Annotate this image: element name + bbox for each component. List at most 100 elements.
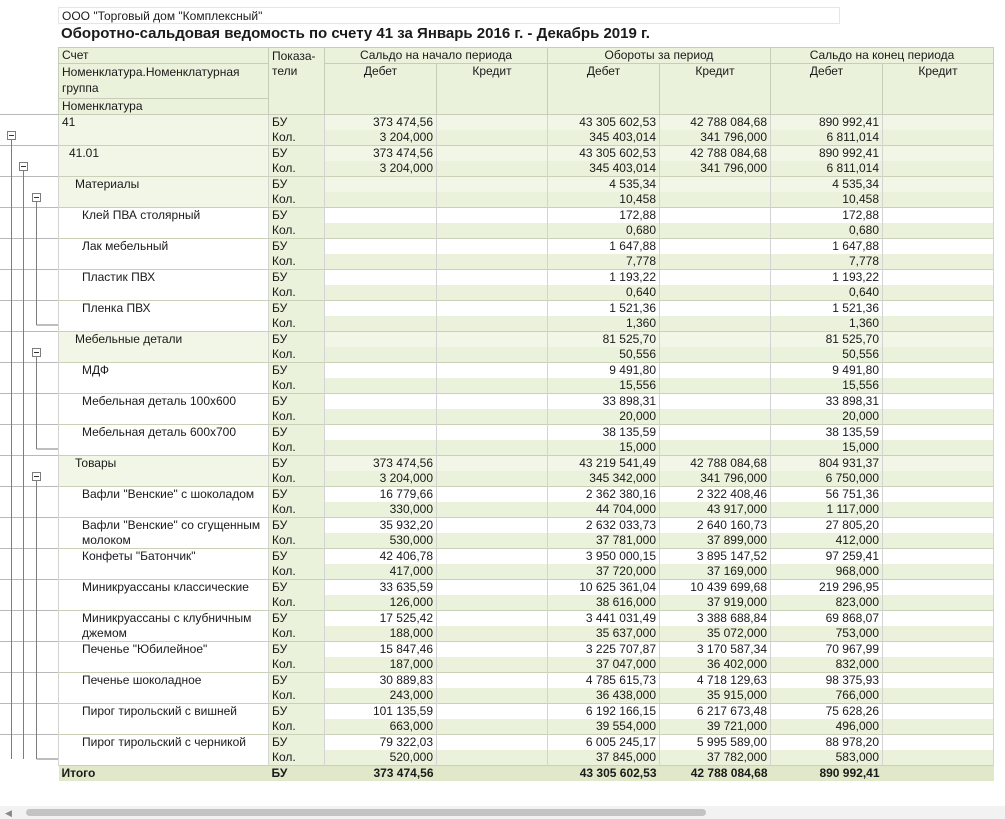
item-name: Мебельная деталь 600х700 (58, 424, 269, 456)
value-cell (324, 440, 437, 456)
value-cell: 1 521,36 (770, 300, 883, 316)
value-cell (659, 424, 771, 440)
value-cell: 79 322,03 (324, 734, 437, 750)
value-cell: 188,000 (324, 626, 437, 642)
value-cell (882, 471, 994, 487)
value-cell (882, 362, 994, 378)
value-cell: 0,680 (547, 223, 660, 239)
value-cell (436, 378, 548, 394)
value-cell (436, 610, 548, 626)
total-value: 43 305 602,53 (547, 765, 660, 781)
value-cell: 172,88 (547, 207, 660, 223)
value-cell: 6 811,014 (770, 130, 883, 146)
value-cell: 890 992,41 (770, 145, 883, 161)
value-cell (882, 145, 994, 161)
value-cell: 37 781,000 (547, 533, 660, 549)
value-cell: 27 805,20 (770, 517, 883, 533)
horizontal-scrollbar[interactable]: ◀ (0, 806, 1005, 819)
indicator-cell: БУ (268, 703, 325, 719)
indicator-cell: Кол. (268, 316, 325, 332)
value-cell (659, 347, 771, 363)
value-cell (882, 254, 994, 270)
value-cell (436, 161, 548, 177)
value-cell: 98 375,93 (770, 672, 883, 688)
value-cell: 37 169,000 (659, 564, 771, 580)
value-cell: 3 950 000,15 (547, 548, 660, 564)
value-cell: 42 406,78 (324, 548, 437, 564)
value-cell (882, 548, 994, 564)
indicator-cell: Кол. (268, 130, 325, 146)
header-opening-balance: Сальдо на начало периода (324, 47, 548, 64)
value-cell: 373 474,56 (324, 455, 437, 471)
item-row: Пленка ПВХ БУ 1 521,36 1 521,36 (58, 300, 994, 332)
value-cell: 33 898,31 (770, 393, 883, 409)
value-cell: 42 788 084,68 (659, 455, 771, 471)
report-grid: Счет Показа-тели Сальдо на начало период… (58, 47, 994, 781)
value-cell (324, 285, 437, 301)
value-cell (882, 703, 994, 719)
value-cell (436, 455, 548, 471)
scroll-left-arrow-icon[interactable]: ◀ (5, 808, 12, 819)
group-row: 41 БУ 373 474,56 43 305 602,53 42 788 084,68… (58, 114, 994, 146)
value-cell (436, 502, 548, 518)
value-cell: 75 628,26 (770, 703, 883, 719)
indicator-cell: БУ (268, 579, 325, 595)
value-cell (882, 595, 994, 611)
value-cell (436, 393, 548, 409)
value-cell: 10 439 699,68 (659, 579, 771, 595)
indicator-cell: Кол. (268, 440, 325, 456)
group-row: Товары БУ 373 474,56 43 219 541,49 42 788 08… (58, 455, 994, 487)
item-name: Клей ПВА столярный (58, 207, 269, 239)
value-cell (882, 192, 994, 208)
item-name: МДФ (58, 362, 269, 394)
scrollbar-thumb[interactable] (26, 809, 706, 816)
indicator-cell: БУ (268, 207, 325, 223)
header-turnover: Обороты за период (547, 47, 771, 64)
value-cell (436, 579, 548, 595)
value-cell (436, 595, 548, 611)
value-cell: 345 403,014 (547, 161, 660, 177)
value-cell (324, 393, 437, 409)
value-cell (882, 393, 994, 409)
value-cell (659, 285, 771, 301)
item-row: МДФ БУ 9 491,80 9 491,80 (58, 362, 994, 394)
value-cell: 43 219 541,49 (547, 455, 660, 471)
item-name: Вафли "Венские" с шоколадом (58, 486, 269, 518)
value-cell (324, 331, 437, 347)
value-cell: 0,680 (770, 223, 883, 239)
report-title: Оборотно-сальдовая ведомость по счету 41… (61, 25, 650, 42)
value-cell (882, 750, 994, 766)
value-cell: 17 525,42 (324, 610, 437, 626)
value-cell (659, 254, 771, 270)
header-turnover-debit: Дебет (547, 63, 660, 115)
total-label: Итого (58, 765, 269, 781)
value-cell: 15,000 (547, 440, 660, 456)
indicator-cell: Кол. (268, 533, 325, 549)
value-cell (324, 362, 437, 378)
value-cell: 890 992,41 (770, 114, 883, 130)
value-cell (659, 393, 771, 409)
item-row: Печенье шоколадное БУ 30 889,83 4 785 615,7… (58, 672, 994, 704)
indicator-cell: БУ (268, 641, 325, 657)
value-cell: 7,778 (547, 254, 660, 270)
value-cell: 330,000 (324, 502, 437, 518)
value-cell: 0,640 (770, 285, 883, 301)
value-cell: 6 811,014 (770, 161, 883, 177)
value-cell: 43 917,000 (659, 502, 771, 518)
value-cell: 4 785 615,73 (547, 672, 660, 688)
indicator-cell: БУ (268, 145, 325, 161)
indicator-cell: БУ (268, 362, 325, 378)
value-cell (659, 316, 771, 332)
indicator-cell: Кол. (268, 502, 325, 518)
value-cell (324, 409, 437, 425)
item-row: Миникруассаны с клубничным джемом БУ 17 52… (58, 610, 994, 642)
value-cell (324, 192, 437, 208)
value-cell: 4 535,34 (770, 176, 883, 192)
value-cell: 15 847,46 (324, 641, 437, 657)
indicator-cell: Кол. (268, 192, 325, 208)
value-cell: 7,778 (770, 254, 883, 270)
indicator-cell: Кол. (268, 719, 325, 735)
value-cell: 15,556 (547, 378, 660, 394)
indicator-cell: БУ (268, 424, 325, 440)
value-cell: 81 525,70 (770, 331, 883, 347)
